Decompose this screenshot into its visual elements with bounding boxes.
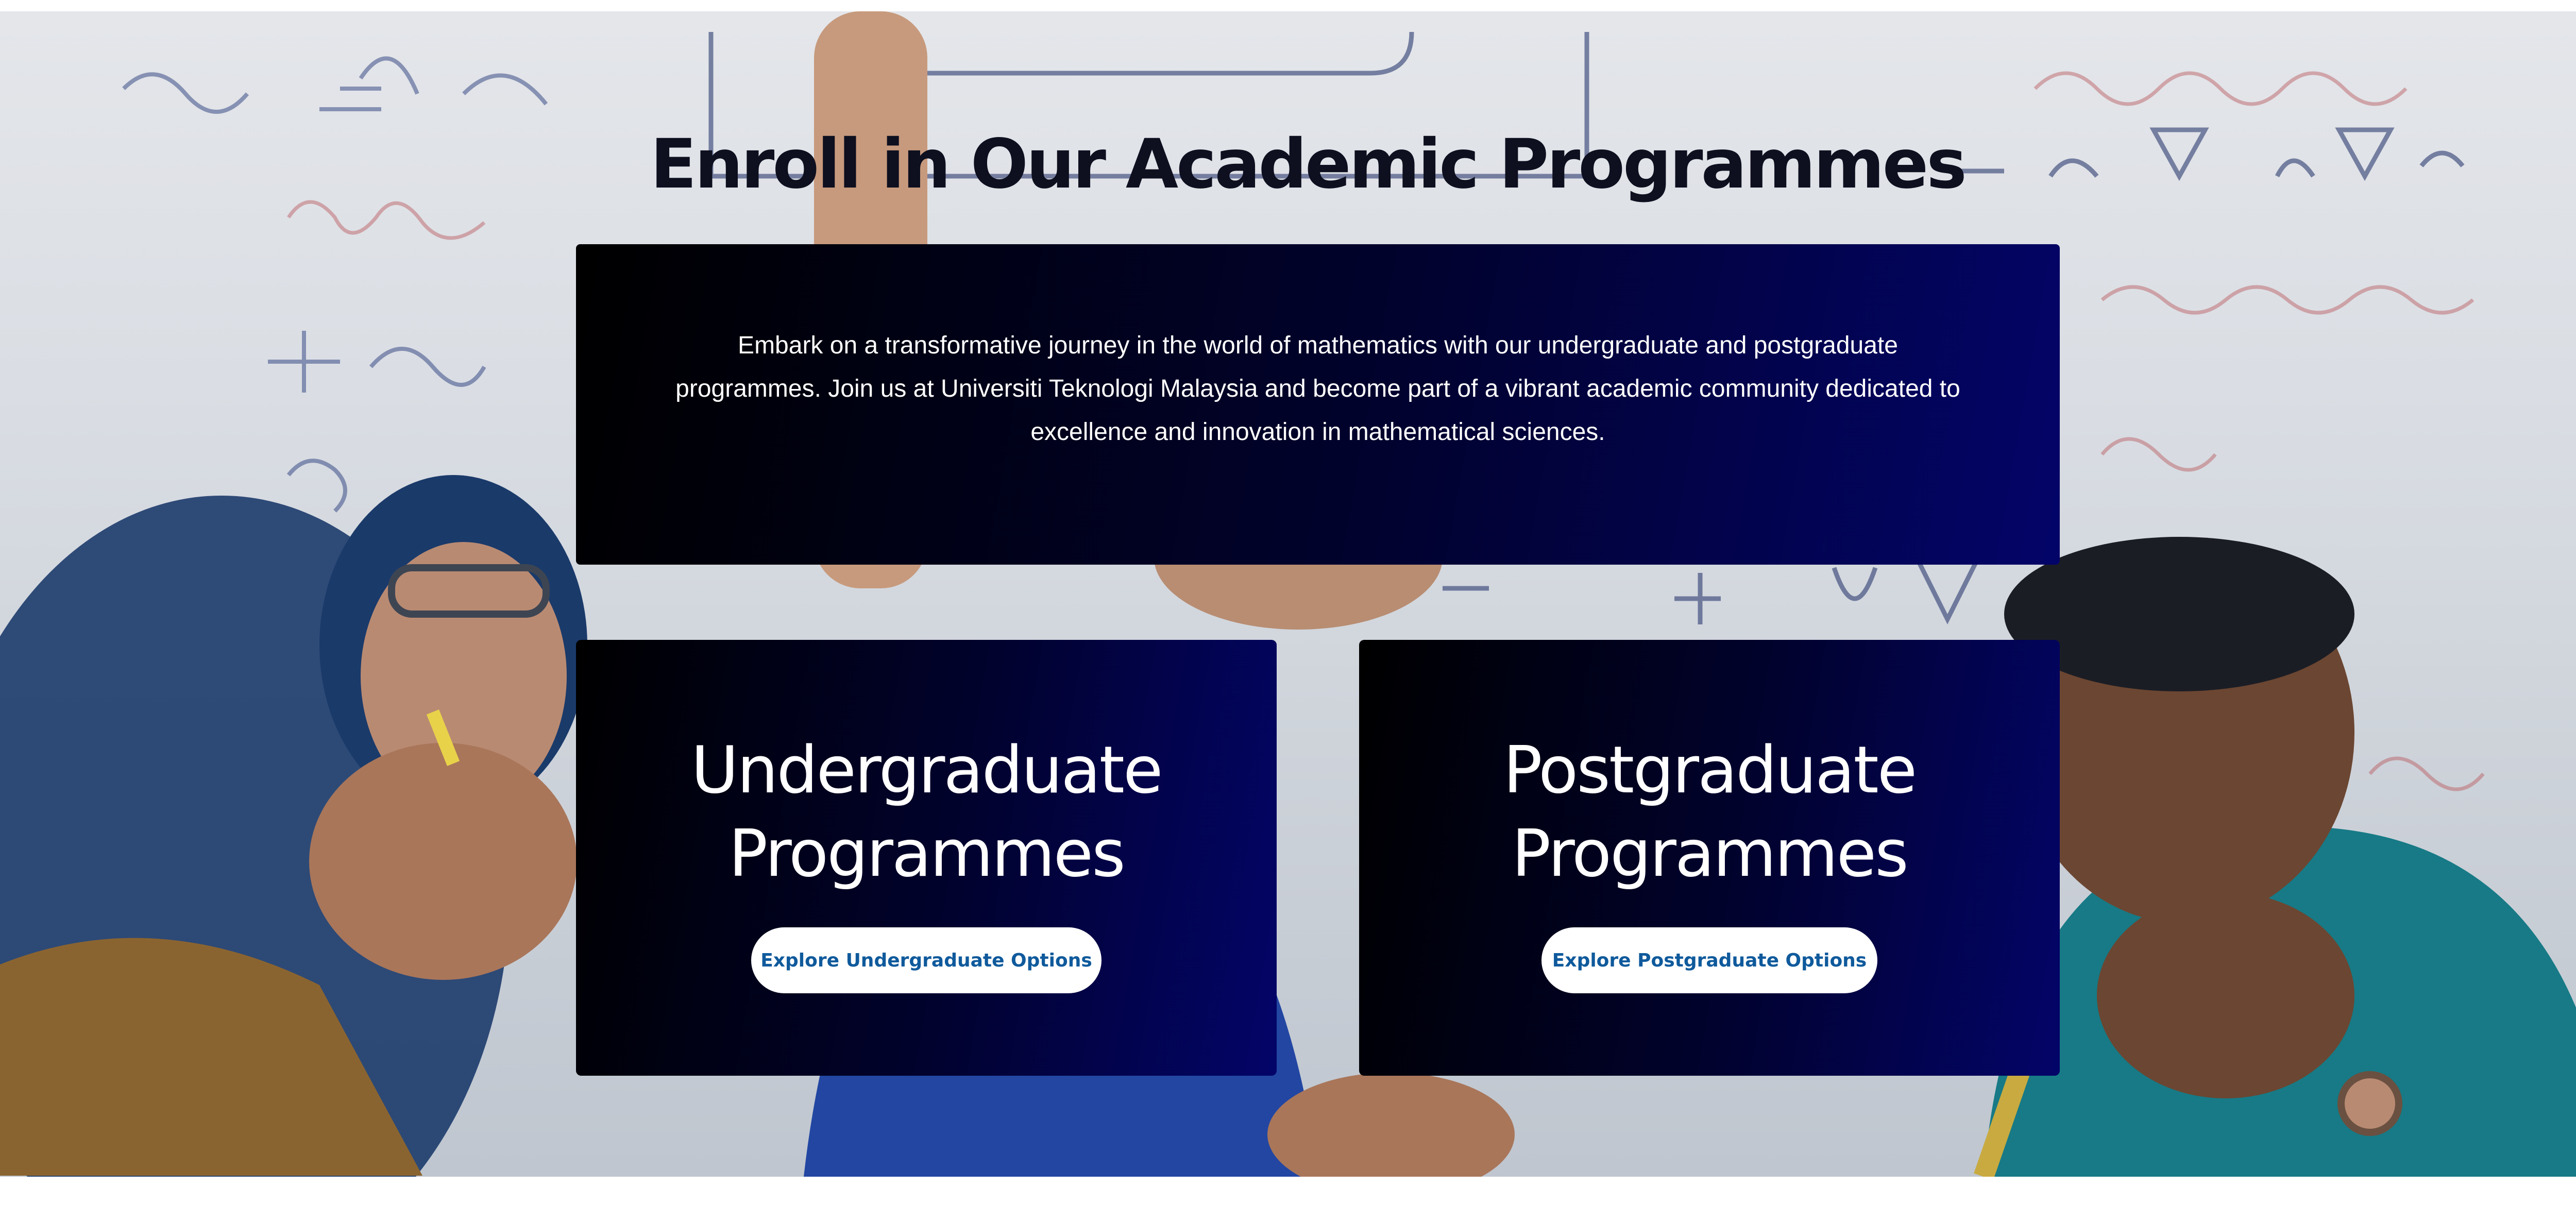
postgraduate-title: Postgraduate Programmes xyxy=(1503,732,1918,891)
undergraduate-card: Undergraduate Programmes Explore Undergr… xyxy=(576,640,1277,1076)
enroll-hero-section: Enroll in Our Academic Programmes Embark… xyxy=(0,11,2576,1177)
postgraduate-card: Postgraduate Programmes Explore Postgrad… xyxy=(1359,640,2060,1076)
page: Enroll in Our Academic Programmes Embark… xyxy=(0,0,2576,1221)
explore-undergraduate-button[interactable]: Explore Undergraduate Options xyxy=(751,927,1101,993)
intro-panel: Embark on a transformative journey in th… xyxy=(576,244,2060,565)
page-title: Enroll in Our Academic Programmes xyxy=(650,125,1967,204)
explore-postgraduate-button[interactable]: Explore Postgraduate Options xyxy=(1541,927,1877,993)
undergraduate-title: Undergraduate Programmes xyxy=(691,732,1163,891)
intro-text: Embark on a transformative journey in th… xyxy=(675,332,1960,446)
